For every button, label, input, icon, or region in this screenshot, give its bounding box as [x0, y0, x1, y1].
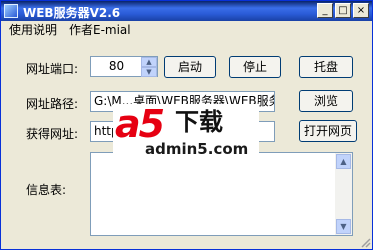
tray-button[interactable]: 托盘 [299, 56, 353, 78]
info-scrollbar[interactable]: ▲ ▼ [335, 153, 352, 235]
info-textarea[interactable]: ▲ ▼ [90, 152, 353, 236]
window-title: WEB服务器V2.6 [23, 6, 121, 20]
app-window: WEB服务器V2.6 _ □ × 使用说明 作者E-mial 网址端口: 80 … [0, 0, 373, 250]
url-label: 获得网址: [26, 127, 79, 141]
menu-bar: 使用说明 作者E-mial [1, 21, 372, 40]
app-icon[interactable] [4, 4, 18, 18]
title-bar[interactable]: WEB服务器V2.6 _ □ × [1, 1, 372, 21]
start-button[interactable]: 启动 [164, 56, 216, 78]
close-button[interactable]: × [353, 3, 369, 18]
port-label: 网址端口: [26, 62, 79, 76]
open-page-button[interactable]: 打开网页 [299, 120, 357, 142]
scroll-up-icon[interactable]: ▲ [336, 154, 351, 169]
minimize-button[interactable]: _ [317, 3, 333, 18]
watermark-text: 下载 [175, 108, 223, 136]
watermark-a5: a5 [115, 102, 165, 146]
watermark-logo: a5 下载 admin5.com [113, 104, 259, 162]
watermark-site: admin5.com [145, 140, 249, 158]
stop-button[interactable]: 停止 [229, 56, 281, 78]
menu-item-help[interactable]: 使用说明 [7, 22, 59, 39]
maximize-button[interactable]: □ [335, 3, 351, 18]
scroll-down-icon[interactable]: ▼ [336, 219, 351, 234]
menu-item-author-email[interactable]: 作者E-mial [67, 22, 133, 39]
path-label: 网址路径: [26, 97, 79, 111]
browse-button[interactable]: 浏览 [299, 90, 353, 112]
port-spin-down[interactable]: ▼ [141, 67, 157, 77]
info-label: 信息表: [26, 183, 67, 197]
resize-grip-icon[interactable] [359, 236, 371, 248]
port-spin-up[interactable]: ▲ [141, 57, 157, 67]
